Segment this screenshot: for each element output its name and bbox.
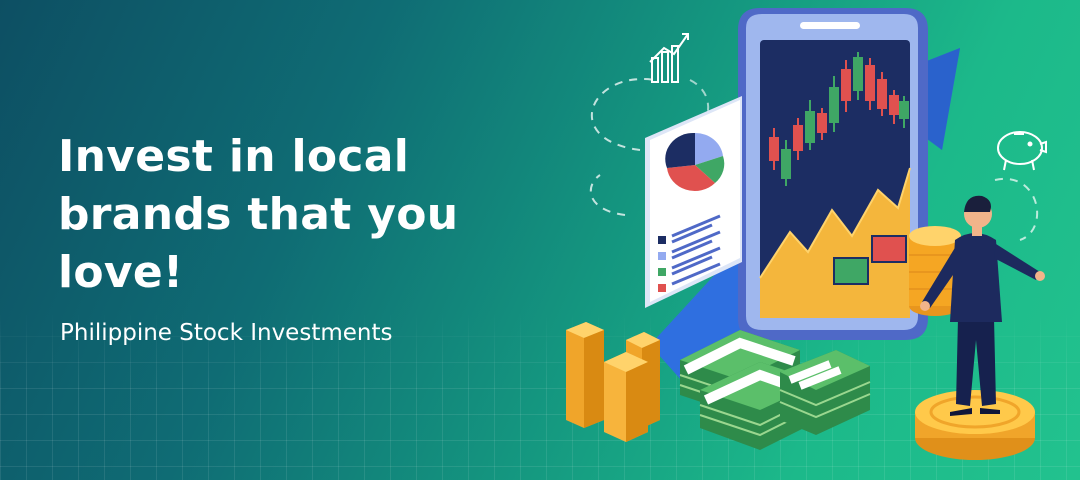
dashed-connector [589,174,626,216]
tablet-speaker [800,22,860,29]
hero-banner: Invest in local brands that you love! Ph… [0,0,1080,480]
gold-blocks [566,322,660,442]
tablet-device [738,8,928,340]
chart-card-red [871,235,907,263]
coin-platform [915,390,1035,460]
investment-illustration [566,8,1047,460]
dashed-connector [994,177,1039,241]
piggy-bank-icon [997,131,1047,171]
pie-chart-icon [665,132,725,191]
line-chart-icon [649,33,689,83]
chart-card-green [833,257,869,285]
